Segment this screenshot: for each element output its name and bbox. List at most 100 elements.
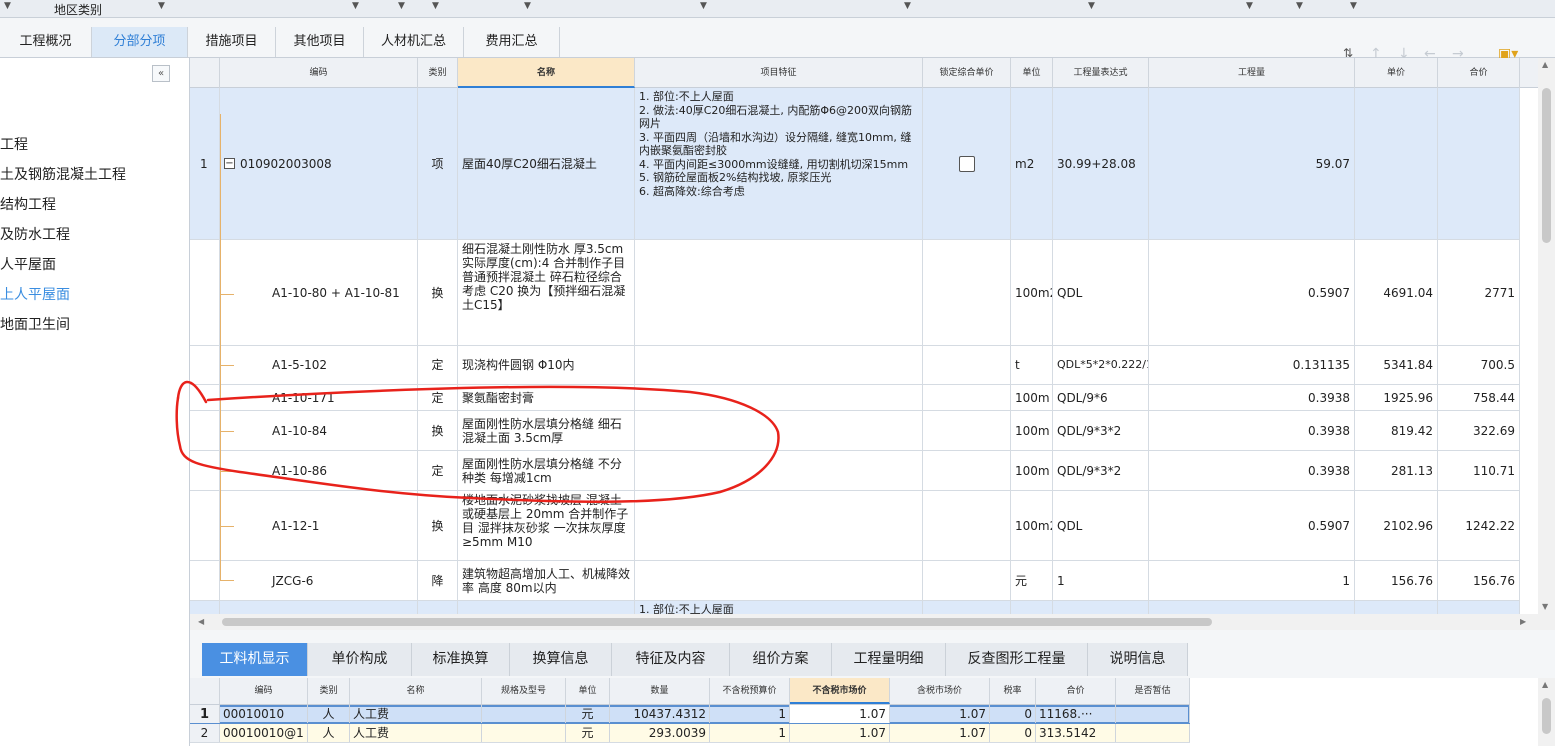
header-market-price[interactable]: 不含税市场价 [790,678,890,704]
tab-measures[interactable]: 措施项目 [188,27,276,57]
unit-cell[interactable]: 元 [1011,561,1053,600]
table-row[interactable]: JZCG-6 降 建筑物超高增加人工、机械降效率 高度 80m以内 元 1 1 … [190,561,1520,601]
lock-price-cell[interactable] [923,561,1011,600]
name-cell[interactable] [458,601,635,614]
scroll-left-icon[interactable]: ◀ [198,617,204,626]
unit-cell[interactable]: 100m2 [1011,491,1053,560]
type-cell[interactable]: 人 [308,705,350,723]
unit-cell[interactable]: m2 [1011,88,1053,239]
features-cell[interactable]: 1. 部位:不上人屋面 2. 做法:40厚C20细石混凝土, 内配筋Φ6@200… [635,88,923,239]
tree-item[interactable]: 人平屋面 [0,254,56,274]
taxed-price-cell[interactable]: 1.07 [890,705,990,723]
table-row[interactable]: A1-12-1 换 楼地面水泥砂浆找坡层 混凝土或硬基层上 20mm 合并制作子… [190,491,1520,561]
total-cell[interactable] [1438,88,1520,239]
code-cell[interactable]: 00010010@1 [220,724,308,742]
qty-cell[interactable]: 1 [1149,561,1355,600]
header-qty[interactable]: 工程量 [1149,58,1355,88]
type-cell[interactable]: 换 [418,411,458,450]
code-cell[interactable]: A1-10-86 [220,451,418,490]
features-cell[interactable]: 1. 部位:不上人屋面 [635,601,923,614]
lock-price-cell[interactable] [923,601,1011,614]
lock-price-cell[interactable] [923,411,1011,450]
expr-cell[interactable]: QDL/9*3*2 [1053,451,1149,490]
name-cell[interactable]: 人工费 [350,724,482,742]
qty-cell[interactable]: 0.131135 [1149,346,1355,384]
tab-resource-summary[interactable]: 人材机汇总 [364,27,464,57]
code-cell[interactable]: A1-10-84 [220,411,418,450]
type-cell[interactable] [418,601,458,614]
features-cell[interactable] [635,491,923,560]
features-cell[interactable] [635,411,923,450]
collapse-row-icon[interactable]: − [224,158,235,169]
features-cell[interactable] [635,346,923,384]
unit-cell[interactable] [1011,601,1053,614]
header-price[interactable]: 单价 [1355,58,1438,88]
name-cell[interactable]: 聚氨酯密封膏 [458,385,635,410]
price-cell[interactable] [1355,88,1438,239]
price-cell[interactable]: 2102.96 [1355,491,1438,560]
total-cell[interactable] [1438,601,1520,614]
table-row[interactable]: A1-5-102 定 现浇构件圆钢 Φ10内 t QDL*5*2*0.222/1… [190,346,1520,385]
code-cell[interactable] [220,601,418,614]
tab-conversion-info[interactable]: 换算信息 [510,643,612,676]
type-cell[interactable]: 人 [308,724,350,742]
tab-features-content[interactable]: 特征及内容 [612,643,730,676]
total-cell[interactable]: 322.69 [1438,411,1520,450]
resource-grid-scrollbar[interactable]: ▲ [1538,678,1555,746]
grid-horizontal-scrollbar[interactable]: ◀ ▶ [190,614,1555,630]
chevron-down-icon[interactable]: ▼ [700,1,707,11]
total-cell[interactable]: 1242.22 [1438,491,1520,560]
name-cell[interactable]: 细石混凝土刚性防水 厚3.5cm 实际厚度(cm):4 合并制作子目 普通预拌混… [458,240,635,345]
header-total[interactable]: 合价 [1036,678,1116,704]
header-features[interactable]: 项目特征 [635,58,923,88]
price-cell[interactable]: 281.13 [1355,451,1438,490]
header-type[interactable]: 类别 [418,58,458,88]
price-cell[interactable]: 4691.04 [1355,240,1438,345]
unit-cell[interactable]: t [1011,346,1053,384]
qty-cell[interactable]: 0.3938 [1149,451,1355,490]
type-cell[interactable]: 定 [418,385,458,410]
header-budget-price[interactable]: 不含税预算价 [710,678,790,704]
spec-cell[interactable] [482,705,566,723]
tax-rate-cell[interactable]: 0 [990,705,1036,723]
table-row[interactable]: A1-10-86 定 屋面刚性防水层填分格缝 不分种类 每增减1cm 100m … [190,451,1520,491]
scroll-up-icon[interactable]: ▲ [1542,60,1548,69]
name-cell[interactable]: 现浇构件圆钢 Φ10内 [458,346,635,384]
grid-vertical-scrollbar[interactable]: ▲ ▼ [1538,58,1555,614]
qty-cell[interactable]: 59.07 [1149,88,1355,239]
budget-price-cell[interactable]: 1 [710,705,790,723]
chevron-down-icon[interactable]: ▼ [1088,1,1095,11]
qty-cell[interactable]: 0.3938 [1149,385,1355,410]
tab-standard-conversion[interactable]: 标准换算 [412,643,510,676]
total-cell[interactable]: 156.76 [1438,561,1520,600]
code-cell[interactable]: 00010010 [220,705,308,723]
tab-reverse-lookup[interactable]: 反查图形工程量 [946,643,1088,676]
spec-cell[interactable] [482,724,566,742]
expr-cell[interactable]: 30.99+28.08 [1053,88,1149,239]
unit-cell[interactable]: 100m2 [1011,240,1053,345]
header-type[interactable]: 类别 [308,678,350,704]
header-code[interactable]: 编码 [220,678,308,704]
qty-cell[interactable]: 0.5907 [1149,491,1355,560]
table-row-main[interactable]: 1 − 010902003008 项 屋面40厚C20细石混凝土 1. 部位:不… [190,88,1520,240]
header-code[interactable]: 编码 [220,58,418,88]
type-cell[interactable]: 项 [418,88,458,239]
header-tax-rate[interactable]: 税率 [990,678,1036,704]
qty-cell[interactable]: 293.0039 [610,724,710,742]
chevron-down-icon[interactable]: ▼ [432,1,439,11]
estimate-cell[interactable] [1116,724,1190,742]
qty-cell[interactable]: 0.3938 [1149,411,1355,450]
total-cell[interactable]: 313.5142 [1036,724,1116,742]
table-row-main[interactable]: 1. 部位:不上人屋面 [190,601,1520,614]
lock-price-cell[interactable] [923,451,1011,490]
taxed-price-cell[interactable]: 1.07 [890,724,990,742]
name-cell[interactable]: 屋面刚性防水层填分格缝 细石混凝土面 3.5cm厚 [458,411,635,450]
features-cell[interactable] [635,561,923,600]
qty-cell[interactable] [1149,601,1355,614]
scroll-thumb[interactable] [1542,88,1551,243]
tab-pricing-plan[interactable]: 组价方案 [730,643,832,676]
tree-item[interactable]: 及防水工程 [0,224,70,244]
lock-price-checkbox[interactable] [958,155,975,172]
tab-sub-items[interactable]: 分部分项 [92,27,188,57]
unit-cell[interactable]: 元 [566,705,610,723]
